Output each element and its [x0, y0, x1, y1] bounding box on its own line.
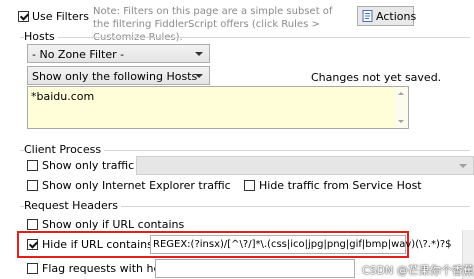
process-dropdown[interactable]: [136, 156, 474, 175]
host-filter-value: Show only the following Hosts: [32, 70, 198, 83]
request-headers-title: Request Headers: [24, 200, 121, 212]
hosts-textarea-scrollbar[interactable]: [395, 87, 408, 128]
show-if-url-contains-checkbox[interactable]: [27, 219, 38, 230]
hosts-textarea[interactable]: *baidu.com: [27, 86, 409, 129]
scroll-down-icon: [398, 120, 404, 123]
zone-filter-dropdown[interactable]: - No Zone Filter -: [27, 44, 210, 63]
hide-url-pattern-value: REGEX:(?insx)/[^\?/]*\.(css|ico|jpg|png|…: [153, 239, 452, 250]
hosts-textarea-value: *baidu.com: [31, 90, 95, 103]
client-process-title: Client Process: [24, 144, 105, 156]
hide-if-url-contains-checkbox[interactable]: [27, 239, 38, 250]
actions-icon: [362, 10, 373, 22]
chevron-down-icon: [459, 164, 467, 168]
show-only-ie-checkbox[interactable]: [27, 180, 38, 191]
hosts-group-title: Hosts: [24, 31, 58, 43]
show-if-url-contains-label: Show only if URL contains: [42, 218, 185, 231]
hide-url-pattern-input[interactable]: REGEX:(?insx)/[^\?/]*\.(css|ico|jpg|png|…: [150, 235, 452, 254]
chevron-down-icon: [195, 74, 203, 78]
flag-headers-input[interactable]: [155, 259, 355, 278]
chevron-down-icon: [195, 52, 203, 56]
use-filters-label: Use Filters: [32, 10, 90, 23]
hide-if-url-contains-label: Hide if URL contains: [42, 238, 153, 251]
actions-button[interactable]: Actions: [357, 6, 417, 26]
show-only-traffic-from-checkbox[interactable]: [27, 160, 38, 171]
watermark: CSDN @芒果你个香蕉: [362, 264, 474, 277]
hosts-group-divider: [20, 37, 470, 38]
zone-filter-value: - No Zone Filter -: [32, 48, 125, 61]
hide-service-host-label: Hide traffic from Service Host: [259, 179, 422, 192]
filters-note: Note: Filters on this page are a simple …: [93, 6, 333, 43]
scroll-up-icon: [398, 92, 404, 95]
flag-requests-checkbox[interactable]: [27, 263, 38, 274]
actions-label: Actions: [376, 10, 417, 23]
host-filter-dropdown[interactable]: Show only the following Hosts: [27, 66, 210, 85]
hide-service-host-checkbox[interactable]: [244, 180, 255, 191]
changes-status-text: Changes not yet saved.: [311, 71, 442, 84]
use-filters-checkbox[interactable]: [18, 11, 29, 22]
show-only-ie-label: Show only Internet Explorer traffic: [42, 179, 231, 192]
